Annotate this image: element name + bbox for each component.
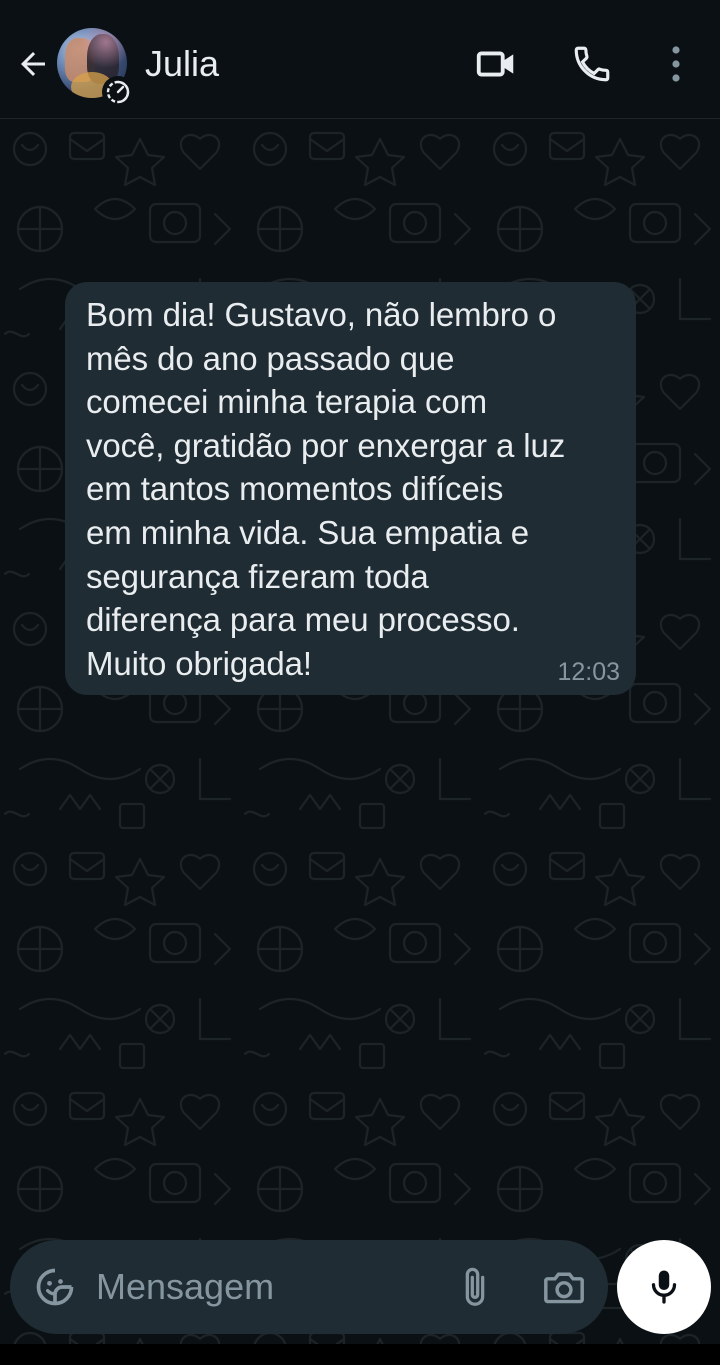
chat-area[interactable]: Bom dia! Gustavo, não lembro o mês do an… [0,119,720,1365]
message-composer [10,1240,608,1334]
message-text: Bom dia! Gustavo, não lembro o mês do an… [86,296,566,682]
chat-header: Julia [0,0,720,119]
system-navigation-bar [0,1344,720,1365]
message-input[interactable] [96,1258,436,1316]
incoming-message-bubble[interactable]: Bom dia! Gustavo, não lembro o mês do an… [65,282,636,695]
video-camera-icon [476,51,514,77]
more-vertical-icon [672,46,680,82]
microphone-icon [651,1270,677,1304]
emoji-button[interactable] [30,1262,80,1312]
chat-screen: Julia Bom dia! Gustavo, não lembro o mês… [0,0,720,1365]
phone-icon [574,46,610,82]
disappearing-timer-icon [106,80,130,104]
paperclip-icon [465,1267,485,1306]
voice-message-button[interactable] [617,1240,711,1334]
disappearing-timer-badge [102,76,134,108]
contact-name[interactable]: Julia [145,42,219,86]
message-timestamp: 12:03 [557,658,620,686]
arrow-left-icon [21,52,45,76]
attach-button[interactable] [452,1262,498,1312]
video-call-button[interactable] [470,38,522,90]
voice-call-button[interactable] [566,38,618,90]
camera-icon [544,1272,584,1304]
camera-button[interactable] [538,1262,590,1312]
back-button[interactable] [10,40,56,88]
sticker-emoji-icon [36,1268,74,1306]
more-options-button[interactable] [650,38,702,90]
